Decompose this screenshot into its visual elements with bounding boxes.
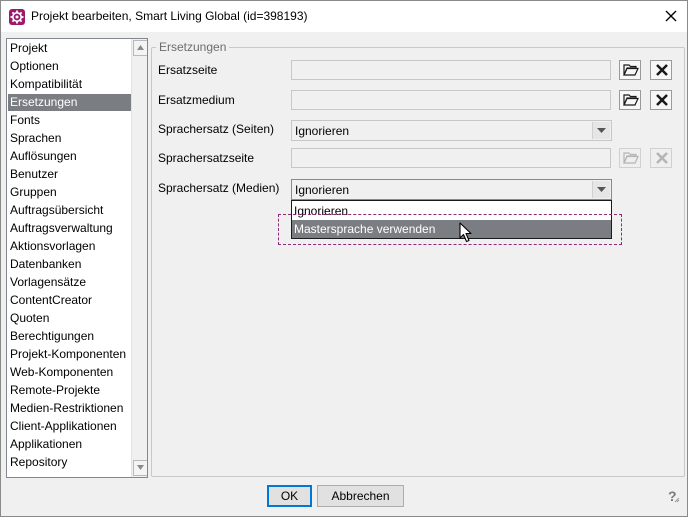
sprachersatz-medien-label: Sprachersatz (Medien) (158, 181, 280, 195)
sprachersatzseite-delete-button[interactable] (650, 148, 672, 168)
sprachersatz-seiten-label: Sprachersatz (Seiten) (158, 122, 275, 136)
replacements-group (151, 47, 685, 477)
sidebar-item-projekt-komponenten[interactable]: Projekt-Komponenten (8, 346, 133, 363)
sidebar-item-applikationen[interactable]: Applikationen (8, 436, 133, 453)
sidebar-item-datenbanken[interactable]: Datenbanken (8, 256, 133, 273)
sidebar-scrollbar[interactable] (131, 39, 147, 477)
sidebar-item-auftragsübersicht[interactable]: Auftragsübersicht (8, 202, 133, 219)
chevron-down-icon[interactable] (592, 181, 610, 198)
sprachersatz-seiten-select[interactable]: Ignorieren (291, 120, 612, 141)
sidebar-item-berechtigungen[interactable]: Berechtigungen (8, 328, 133, 345)
ersatzseite-label: Ersatzseite (158, 63, 218, 77)
sidebar-item-client-applikationen[interactable]: Client-Applikationen (8, 418, 133, 435)
sidebar-item-medien-restriktionen[interactable]: Medien-Restriktionen (8, 400, 133, 417)
folder-open-icon (623, 94, 639, 106)
ersatzseite-delete-button[interactable] (650, 60, 672, 80)
sidebar-item-fonts[interactable]: Fonts (8, 112, 133, 129)
sidebar-item-contentcreator[interactable]: ContentCreator (8, 292, 133, 309)
ersatzmedium-delete-button[interactable] (650, 90, 672, 110)
sidebar-item-ersetzungen[interactable]: Ersetzungen (8, 94, 133, 111)
sidebar-item-aktionsvorlagen[interactable]: Aktionsvorlagen (8, 238, 133, 255)
chevron-down-icon[interactable] (592, 122, 610, 139)
dialog-window: Projekt bearbeiten, Smart Living Global … (0, 0, 688, 517)
ersatzmedium-input[interactable] (291, 90, 611, 110)
sidebar-item-kompatibilität[interactable]: Kompatibilität (8, 76, 133, 93)
chevron-down-icon (137, 465, 144, 470)
option-ignorieren[interactable]: Ignorieren (292, 202, 611, 220)
sidebar-item-auflösungen[interactable]: Auflösungen (8, 148, 133, 165)
close-button[interactable] (658, 4, 684, 28)
sprachersatzseite-input[interactable] (291, 148, 611, 168)
folder-open-icon (623, 64, 639, 76)
scroll-down-button[interactable] (133, 460, 147, 476)
folder-open-icon (623, 152, 639, 164)
sprachersatz-seiten-value: Ignorieren (295, 124, 350, 138)
cancel-button[interactable]: Abbrechen (317, 485, 404, 507)
sidebar-item-sprachen[interactable]: Sprachen (8, 130, 133, 147)
sidebar-item-benutzer[interactable]: Benutzer (8, 166, 133, 183)
sprachersatz-medien-value: Ignorieren (295, 183, 350, 197)
sidebar-item-quoten[interactable]: Quoten (8, 310, 133, 327)
window-title: Projekt bearbeiten, Smart Living Global … (31, 9, 308, 23)
sprachersatzseite-label: Sprachersatzseite (158, 151, 255, 165)
sidebar-item-gruppen[interactable]: Gruppen (8, 184, 133, 201)
option-mastersprache-verwenden[interactable]: Mastersprache verwenden (292, 220, 611, 238)
close-icon (665, 10, 677, 22)
ersatzmedium-browse-button[interactable] (619, 90, 641, 110)
chevron-up-icon (137, 45, 144, 50)
sidebar-item-web-komponenten[interactable]: Web-Komponenten (8, 364, 133, 381)
scroll-up-button[interactable] (133, 40, 147, 56)
help-icon[interactable]: ? (665, 488, 681, 504)
delete-icon (656, 94, 668, 106)
ok-button[interactable]: OK (267, 485, 312, 507)
group-title: Ersetzungen (156, 40, 230, 54)
sidebar-item-repository[interactable]: Repository (8, 454, 133, 471)
sidebar-item-auftragsverwaltung[interactable]: Auftragsverwaltung (8, 220, 133, 237)
sidebar-item-projekt[interactable]: Projekt (8, 40, 133, 57)
sprachersatz-medien-select[interactable]: Ignorieren (291, 179, 612, 200)
sprachersatzseite-browse-button[interactable] (619, 148, 641, 168)
ersatzmedium-label: Ersatzmedium (158, 93, 235, 107)
mouse-cursor-icon (459, 222, 472, 246)
title-bar: Projekt bearbeiten, Smart Living Global … (1, 1, 687, 32)
sidebar-item-vorlagensätze[interactable]: Vorlagensätze (8, 274, 133, 291)
delete-icon (656, 64, 668, 76)
delete-icon (656, 152, 668, 164)
sidebar-item-remote-projekte[interactable]: Remote-Projekte (8, 382, 133, 399)
gear-icon (9, 9, 25, 25)
ersatzseite-input[interactable] (291, 60, 611, 80)
sidebar-list[interactable]: Projekt Optionen Kompatibilität Ersetzungen… (6, 38, 148, 478)
ersatzseite-browse-button[interactable] (619, 60, 641, 80)
sidebar-item-optionen[interactable]: Optionen (8, 58, 133, 75)
sprachersatz-medien-options[interactable]: Ignorieren Mastersprache verwenden (291, 200, 612, 239)
